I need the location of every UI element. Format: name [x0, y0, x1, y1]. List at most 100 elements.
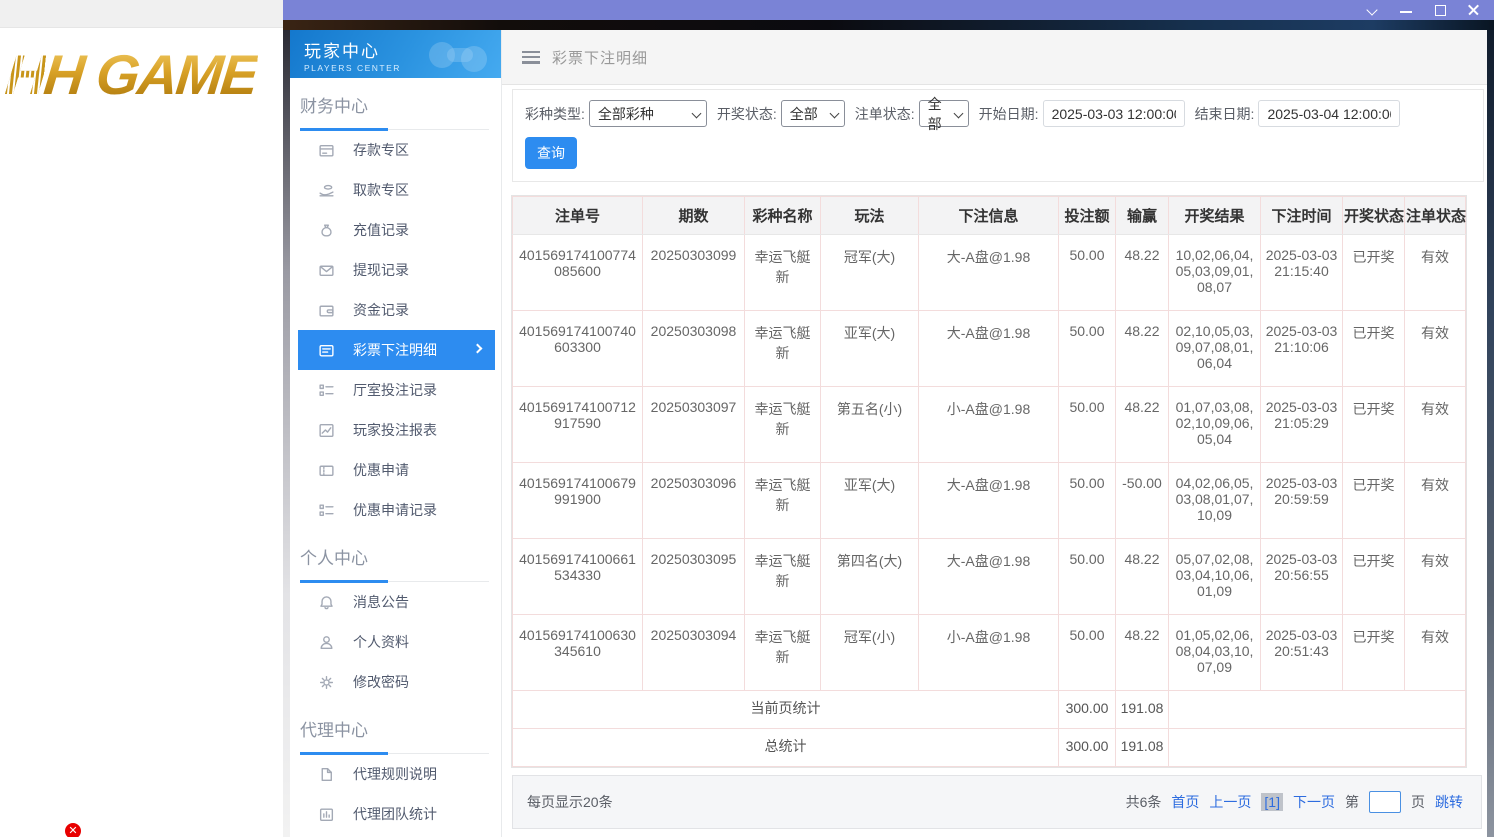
sidebar-item-label: 充值记录 — [353, 222, 409, 238]
next-page-link[interactable]: 下一页 — [1293, 792, 1335, 812]
sidebar-item-代理团队统计[interactable]: 代理团队统计 — [290, 794, 501, 834]
jump-suffix: 页 — [1411, 794, 1425, 810]
sidebar-item-消息公告[interactable]: 消息公告 — [290, 582, 501, 622]
window-frame-left — [283, 30, 290, 837]
window-frame-strip — [283, 20, 1494, 30]
table-cell: 04,02,06,05,03,08,01,07,10,09 — [1168, 462, 1261, 539]
first-page-link[interactable]: 首页 — [1171, 792, 1199, 812]
chevron-down-icon — [828, 110, 838, 118]
column-header: 输赢 — [1115, 196, 1169, 235]
table-cell: 有效 — [1404, 310, 1466, 387]
lottery-type-select[interactable]: 全部彩种 — [588, 100, 707, 127]
table-cell: 大-A盘@1.98 — [918, 538, 1059, 615]
draw-status-select[interactable]: 全部 — [780, 100, 845, 127]
table-row: 401569174100630345610 20250303094 幸运飞艇新 冠军(… — [512, 614, 1466, 691]
page-jump-input[interactable] — [1369, 791, 1401, 813]
sidebar-item-充值记录[interactable]: 充值记录 — [290, 210, 501, 250]
table-cell: 已开奖 — [1342, 462, 1405, 539]
table-cell: 小-A盘@1.98 — [918, 614, 1059, 691]
table-cell: 20250303095 — [642, 538, 745, 615]
sidebar-item-厅室投注记录[interactable]: 厅室投注记录 — [290, 370, 501, 410]
table-cell: 20250303099 — [642, 234, 745, 311]
table-cell: 401569174100712917590 — [512, 386, 643, 463]
sidebar-section-header: 代理中心 — [300, 716, 489, 755]
document-icon — [318, 766, 335, 783]
sidebar-item-修改密码[interactable]: 修改密码 — [290, 662, 501, 702]
table-cell: 50.00 — [1058, 538, 1116, 615]
sidebar-item-优惠申请[interactable]: 优惠申请 — [290, 450, 501, 490]
table-cell: 50.00 — [1058, 462, 1116, 539]
minimize-icon[interactable] — [1400, 4, 1412, 16]
sidebar-item-个人资料[interactable]: 个人资料 — [290, 622, 501, 662]
sidebar-item-label: 个人资料 — [353, 634, 409, 650]
top-strip — [0, 0, 283, 28]
table-cell: 2025-03-03 20:59:59 — [1260, 462, 1343, 539]
table-cell: -50.00 — [1115, 462, 1169, 539]
column-header: 玩法 — [820, 196, 919, 235]
hamburger-icon[interactable] — [522, 50, 540, 64]
sidebar-item-存款专区[interactable]: 存款专区 — [290, 130, 501, 170]
maximize-icon[interactable] — [1434, 4, 1446, 16]
sidebar-item-彩票下注明细[interactable]: 彩票下注明细 — [298, 330, 495, 370]
window-titlebar — [283, 0, 1494, 20]
sidebar-item-玩家投注报表[interactable]: 玩家投注报表 — [290, 410, 501, 450]
table-cell: 2025-03-03 20:51:43 — [1260, 614, 1343, 691]
query-button[interactable]: 查询 — [525, 137, 577, 169]
sidebar-item-label: 修改密码 — [353, 674, 409, 690]
jump-button[interactable]: 跳转 — [1435, 792, 1463, 812]
filter-panel: 彩种类型: 全部彩种 开奖状态: 全部 注单状态: 全部 开始日期: 2025-… — [512, 89, 1484, 182]
page: HH GAME ✕ 玩家中心 PLAYERS CENTER 财务中心 存款专区 取款… — [0, 0, 1494, 837]
table-cell: 50.00 — [1058, 310, 1116, 387]
sidebar-item-label: 提现记录 — [353, 262, 409, 278]
sidebar-item-代理规则说明[interactable]: 代理规则说明 — [290, 754, 501, 794]
lottery-type-label: 彩种类型: — [525, 105, 585, 122]
main-panel: 彩票下注明细 彩种类型: 全部彩种 开奖状态: 全部 注单状态: 全部 开始日期… — [502, 30, 1487, 837]
table-cell: 2025-03-03 21:10:06 — [1260, 310, 1343, 387]
table-cell: 亚军(大) — [820, 310, 919, 387]
sidebar-nav: 财务中心 存款专区 取款专区 充值记录 提现记录 资金记录 彩票下注明细 厅室投注记录 玩家投注… — [290, 92, 501, 834]
wallet-icon — [318, 302, 335, 319]
current-page-indicator: [1] — [1261, 793, 1283, 811]
table-cell: 已开奖 — [1342, 386, 1405, 463]
table-cell: 48.22 — [1115, 234, 1169, 311]
pagination-bar: 每页显示20条 共6条 首页 上一页 [1] 下一页 第 页 跳转 — [512, 775, 1482, 829]
table-cell: 小-A盘@1.98 — [918, 386, 1059, 463]
sidebar-item-优惠申请记录[interactable]: 优惠申请记录 — [290, 490, 501, 530]
hh-game-logo: HH GAME — [2, 43, 260, 106]
table-cell: 48.22 — [1115, 614, 1169, 691]
table-cell: 幸运飞艇新 — [744, 462, 821, 539]
app-window: 玩家中心 PLAYERS CENTER 财务中心 存款专区 取款专区 充值记录 提现记录… — [283, 0, 1494, 837]
sidebar-item-资金记录[interactable]: 资金记录 — [290, 290, 501, 330]
sidebar-item-提现记录[interactable]: 提现记录 — [290, 250, 501, 290]
table-cell: 02,10,05,03,09,07,08,01,06,04 — [1168, 310, 1261, 387]
column-header: 开奖状态 — [1342, 196, 1405, 235]
gamepad-icon — [429, 34, 491, 74]
table-cell: 有效 — [1404, 614, 1466, 691]
table-body: 401569174100774085600 20250303099 幸运飞艇新 冠军(… — [512, 234, 1466, 767]
table-cell: 05,07,02,08,03,04,10,06,01,09 — [1168, 538, 1261, 615]
table-cell: 01,07,03,08,02,10,09,06,05,04 — [1168, 386, 1261, 463]
close-icon[interactable] — [1468, 4, 1480, 16]
error-x-icon: ✕ — [65, 823, 81, 837]
summary-label: 当前页统计 — [512, 690, 1059, 729]
summary-label: 总统计 — [512, 728, 1059, 767]
table-cell: 401569174100740603300 — [512, 310, 643, 387]
summary-empty — [1168, 690, 1466, 729]
sidebar-item-取款专区[interactable]: 取款专区 — [290, 170, 501, 210]
table-cell: 已开奖 — [1342, 234, 1405, 311]
envelope-icon — [318, 262, 335, 279]
draw-status-label: 开奖状态: — [716, 105, 777, 122]
prev-page-link[interactable]: 上一页 — [1209, 792, 1251, 812]
summary-row: 当前页统计 300.00 191.08 — [512, 690, 1466, 729]
end-date-input[interactable] — [1258, 100, 1401, 127]
titlebar-chevron-down-icon[interactable] — [1366, 4, 1378, 16]
window-frame-right — [1487, 30, 1494, 837]
sidebar-item-label: 玩家投注报表 — [353, 422, 437, 438]
summary-winloss-total: 191.08 — [1115, 690, 1169, 729]
per-page-text: 每页显示20条 — [527, 794, 613, 810]
order-status-select[interactable]: 全部 — [918, 96, 969, 132]
start-date-input[interactable] — [1042, 100, 1185, 127]
table-cell: 大-A盘@1.98 — [918, 462, 1059, 539]
chart-icon — [318, 422, 335, 439]
deposit-card-icon — [318, 142, 335, 159]
